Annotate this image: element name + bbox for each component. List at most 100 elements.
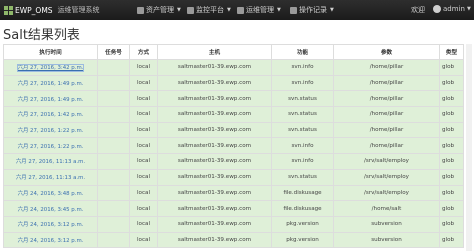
caret-down-icon: ▼	[177, 7, 181, 13]
column-header[interactable]: 执行时间	[3, 44, 98, 60]
menu-asset-management[interactable]: 资产管理 ▼	[137, 5, 181, 15]
result-detail-link[interactable]: 六月 27, 2016, 3:42 p.m.	[16, 64, 85, 73]
page-scrollbar[interactable]	[466, 44, 472, 251]
arguments-cell: subversion	[333, 231, 440, 249]
mode-cell: local	[129, 215, 158, 233]
time-cell: 六月 24, 2016, 3:12 p.m.	[3, 231, 98, 249]
brand[interactable]: EWP_OMS 运维管理系统	[4, 5, 100, 15]
result-detail-link[interactable]: 六月 27, 2016, 1:42 p.m.	[18, 112, 84, 118]
time-cell: 六月 27, 2016, 3:42 p.m.	[3, 59, 98, 76]
function-cell: file.diskusage	[271, 184, 334, 202]
result-detail-link[interactable]: 六月 27, 2016, 11:13 a.m.	[16, 175, 85, 181]
menu-label: 操作记录	[299, 6, 327, 14]
user-menu[interactable]: admin ▼	[433, 5, 471, 13]
menu-label: 运维管理	[246, 6, 274, 14]
user-avatar-icon	[433, 5, 441, 13]
result-detail-link[interactable]: 六月 24, 2016, 3:45 p.m.	[18, 207, 84, 213]
host-cell: saltmaster01-39.ewp.com	[157, 90, 272, 108]
table-row: 六月 24, 2016, 3:48 p.m. local saltmaster01-…	[3, 184, 464, 202]
monitor-icon	[187, 6, 194, 14]
type-cell: glob	[439, 90, 464, 108]
arguments-cell: /home/pillar	[333, 90, 440, 108]
menu-operation-records[interactable]: 操作记录 ▼	[290, 5, 334, 15]
result-detail-link[interactable]: 六月 24, 2016, 3:12 p.m.	[18, 238, 84, 244]
time-cell: 六月 27, 2016, 1:49 p.m.	[3, 74, 98, 92]
table-row: 六月 24, 2016, 3:12 p.m. local saltmaster01-…	[3, 215, 464, 233]
host-cell: saltmaster01-39.ewp.com	[157, 200, 272, 217]
caret-down-icon: ▼	[277, 7, 281, 13]
job-id-cell	[97, 90, 130, 108]
function-cell: svn.info	[271, 137, 334, 155]
table-header-row: 执行时间 任务号 方式 主机 功能 参数 类型	[3, 44, 464, 60]
time-cell: 六月 27, 2016, 1:42 p.m.	[3, 106, 98, 123]
time-cell: 六月 24, 2016, 3:48 p.m.	[3, 184, 98, 202]
host-cell: saltmaster01-39.ewp.com	[157, 215, 272, 233]
mode-cell: local	[129, 90, 158, 108]
table-row: 六月 27, 2016, 11:13 a.m. local saltmaster01…	[3, 168, 464, 186]
type-cell: glob	[439, 168, 464, 186]
result-detail-link[interactable]: 六月 27, 2016, 11:13 a.m.	[16, 159, 85, 165]
caret-down-icon: ▼	[466, 6, 471, 12]
result-detail-link[interactable]: 六月 27, 2016, 1:22 p.m.	[18, 144, 84, 150]
username: admin	[443, 5, 465, 13]
grid-icon	[4, 5, 13, 15]
type-cell: glob	[439, 59, 464, 76]
type-cell: glob	[439, 137, 464, 155]
arguments-cell: /home/salt	[333, 200, 440, 217]
column-header[interactable]: 功能	[271, 44, 334, 60]
time-cell: 六月 27, 2016, 1:22 p.m.	[3, 137, 98, 155]
table-row: 六月 27, 2016, 1:49 p.m. local saltmaster01-…	[3, 74, 464, 92]
result-detail-link[interactable]: 六月 27, 2016, 1:49 p.m.	[18, 97, 84, 103]
result-detail-link[interactable]: 六月 24, 2016, 3:48 p.m.	[18, 191, 84, 197]
host-cell: saltmaster01-39.ewp.com	[157, 184, 272, 202]
column-header[interactable]: 类型	[439, 44, 464, 60]
table-row: 六月 24, 2016, 3:45 p.m. local saltmaster01-…	[3, 200, 464, 217]
function-cell: svn.status	[271, 106, 334, 123]
type-cell: glob	[439, 106, 464, 123]
mode-cell: local	[129, 184, 158, 202]
app-subtitle: 运维管理系统	[57, 6, 100, 14]
table-row: 六月 27, 2016, 3:42 p.m. local saltmaster01-…	[3, 59, 464, 76]
function-cell: file.diskusage	[271, 200, 334, 217]
result-detail-link[interactable]: 六月 27, 2016, 1:49 p.m.	[18, 81, 84, 87]
column-header[interactable]: 参数	[333, 44, 440, 60]
result-detail-link[interactable]: 六月 24, 2016, 3:12 p.m.	[18, 222, 84, 228]
menu-ops-management[interactable]: 运维管理 ▼	[237, 5, 281, 15]
type-cell: glob	[439, 215, 464, 233]
host-cell: saltmaster01-39.ewp.com	[157, 153, 272, 170]
mode-cell: local	[129, 121, 158, 139]
arguments-cell: /home/pillar	[333, 121, 440, 139]
type-cell: glob	[439, 231, 464, 249]
column-header[interactable]: 方式	[129, 44, 158, 60]
mode-cell: local	[129, 137, 158, 155]
table-row: 六月 27, 2016, 1:22 p.m. local saltmaster01-…	[3, 121, 464, 139]
type-cell: glob	[439, 153, 464, 170]
table-row: 六月 24, 2016, 3:12 p.m. local saltmaster01-…	[3, 231, 464, 249]
table-row: 六月 27, 2016, 1:22 p.m. local saltmaster01-…	[3, 137, 464, 155]
job-id-cell	[97, 74, 130, 92]
mode-cell: local	[129, 168, 158, 186]
menu-monitoring[interactable]: 监控平台 ▼	[187, 5, 231, 15]
function-cell: svn.info	[271, 153, 334, 170]
caret-down-icon: ▼	[227, 7, 231, 13]
column-header[interactable]: 任务号	[97, 44, 130, 60]
arguments-cell: /srv/salt/employ	[333, 153, 440, 170]
asset-icon	[137, 6, 144, 14]
arguments-cell: subversion	[333, 215, 440, 233]
type-cell: glob	[439, 184, 464, 202]
function-cell: pkg.version	[271, 231, 334, 249]
function-cell: svn.status	[271, 121, 334, 139]
page-title: Salt结果列表	[3, 28, 80, 43]
function-cell: svn.status	[271, 168, 334, 186]
table-row: 六月 27, 2016, 11:13 a.m. local saltmaster01…	[3, 153, 464, 170]
function-cell: svn.status	[271, 90, 334, 108]
time-cell: 六月 24, 2016, 3:12 p.m.	[3, 215, 98, 233]
records-icon	[290, 6, 297, 14]
host-cell: saltmaster01-39.ewp.com	[157, 168, 272, 186]
mode-cell: local	[129, 200, 158, 217]
result-detail-link[interactable]: 六月 27, 2016, 1:22 p.m.	[18, 128, 84, 134]
job-id-cell	[97, 59, 130, 76]
column-header[interactable]: 主机	[157, 44, 272, 60]
host-cell: saltmaster01-39.ewp.com	[157, 137, 272, 155]
app-name: EWP_OMS	[15, 5, 53, 15]
